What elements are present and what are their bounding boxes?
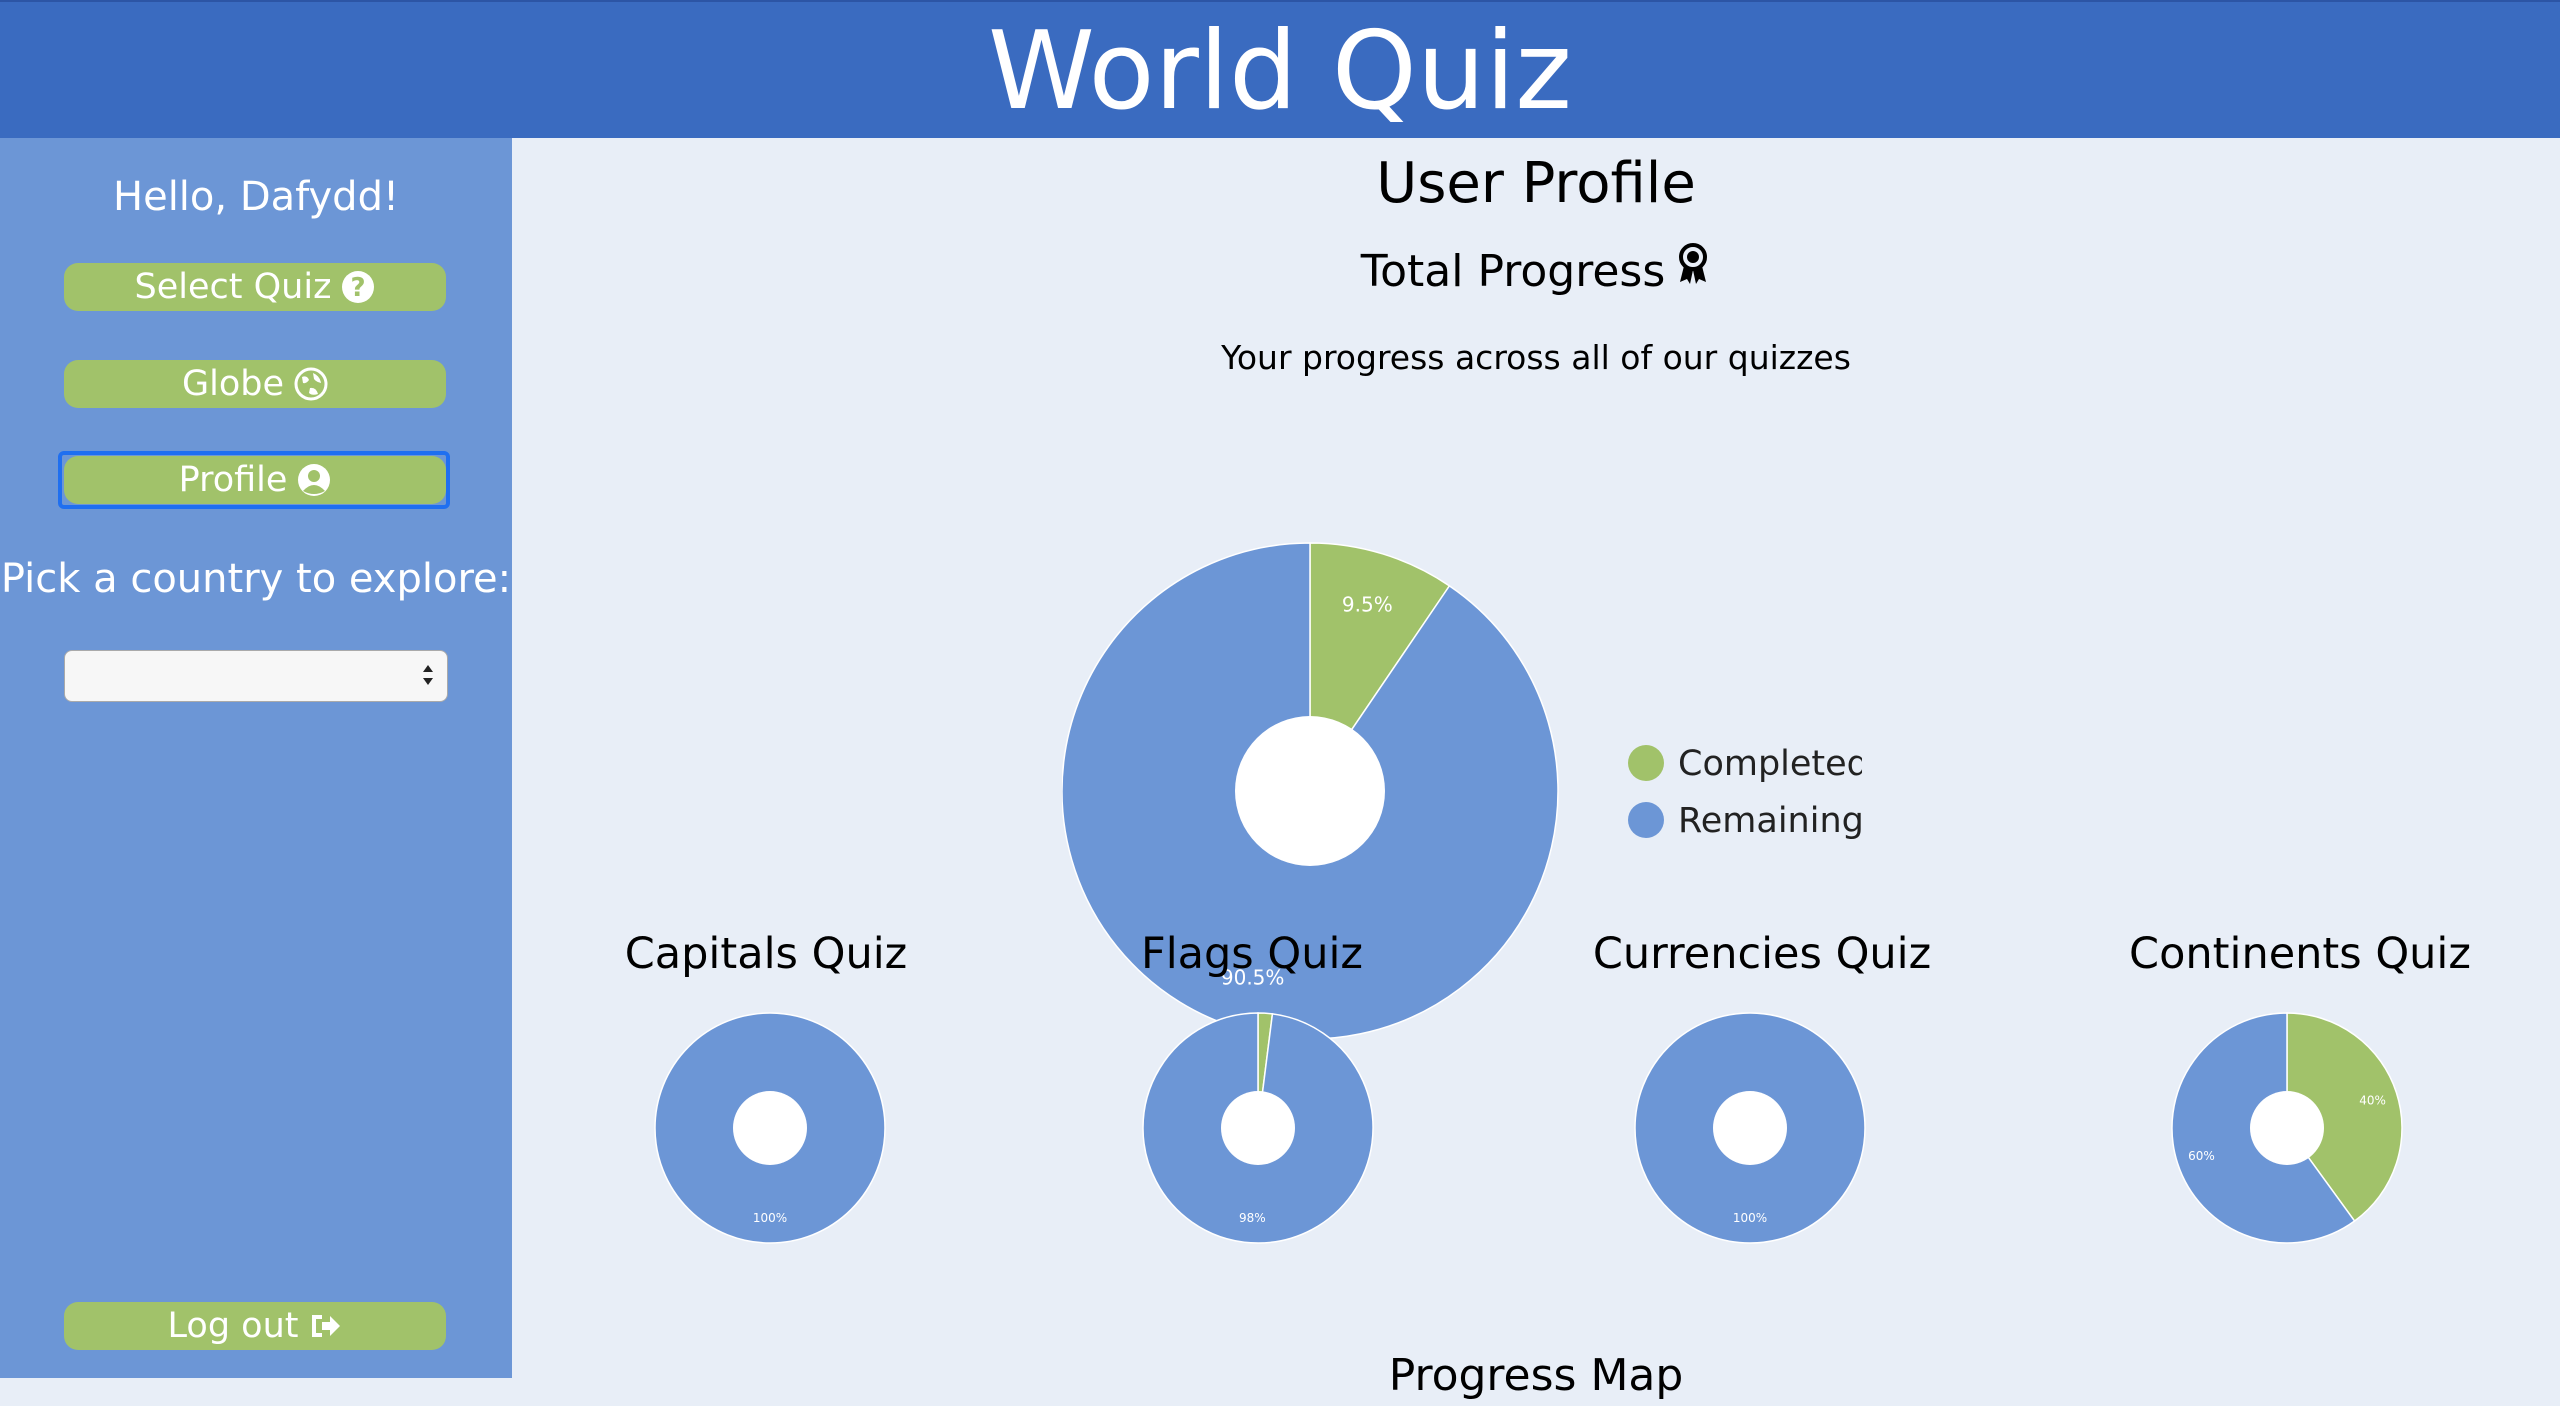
legend-marker-remaining [1628, 802, 1664, 838]
logout-button[interactable]: Log out [64, 1302, 446, 1350]
currencies-quiz-chart: 100% [1634, 1012, 1866, 1244]
pick-country-label: Pick a country to explore: [0, 556, 512, 602]
capitals-donut-hole [733, 1091, 807, 1165]
question-circle-icon: ? [341, 270, 375, 304]
legend-label-completed: Completed [1678, 744, 1862, 784]
progress-map-title: Progress Map [1388, 1350, 1684, 1401]
legend-marker-completed [1628, 745, 1664, 781]
select-quiz-label: Select Quiz [134, 267, 332, 307]
total-donut-hole [1235, 716, 1385, 866]
flags-label-remaining: 98% [1239, 1211, 1266, 1225]
user-circle-icon [297, 463, 331, 497]
legend-label-remaining: Remaining [1678, 801, 1862, 841]
globe-icon [294, 367, 328, 401]
page-title: User Profile [1376, 151, 1696, 216]
flags-donut-hole [1221, 1091, 1295, 1165]
sign-out-icon [308, 1309, 342, 1343]
flags-quiz-title: Flags Quiz [1140, 929, 1363, 979]
capitals-quiz-title: Capitals Quiz [624, 929, 908, 979]
greeting: Hello, Dafydd! [113, 174, 399, 220]
capitals-label-remaining: 100% [753, 1211, 787, 1225]
flags-quiz-chart: 98% [1142, 1012, 1374, 1244]
continents-label-completed: 40% [2359, 1093, 2386, 1107]
app-title: World Quiz [988, 9, 1572, 134]
continents-label-remaining: 60% [2188, 1149, 2215, 1163]
currencies-label-remaining: 100% [1733, 1211, 1767, 1225]
select-quiz-button[interactable]: Select Quiz ? [64, 263, 446, 311]
select-arrows-icon [421, 659, 435, 691]
award-icon [1675, 242, 1711, 302]
progress-subtitle: Your progress across all of our quizzes [1221, 338, 1851, 377]
currencies-quiz-title: Currencies Quiz [1592, 929, 1932, 979]
svg-text:?: ? [351, 273, 366, 303]
currencies-donut-hole [1713, 1091, 1787, 1165]
continents-donut-hole [2250, 1091, 2324, 1165]
total-progress-heading: Total Progress [512, 242, 2560, 302]
continents-quiz-title: Continents Quiz [2129, 929, 2471, 979]
profile-label: Profile [178, 460, 288, 500]
total-progress-label: Total Progress [1360, 246, 1666, 297]
capitals-quiz-chart: 100% [654, 1012, 886, 1244]
total-label-completed: 9.5% [1342, 593, 1393, 617]
globe-label: Globe [181, 364, 284, 404]
globe-button[interactable]: Globe [64, 360, 446, 408]
continents-quiz-chart: 40% 60% [2171, 1012, 2403, 1244]
country-select[interactable] [64, 650, 448, 702]
profile-button[interactable]: Profile [64, 456, 446, 504]
app-header: World Quiz [0, 0, 2560, 138]
logout-label: Log out [167, 1306, 299, 1346]
sidebar: Hello, Dafydd! Select Quiz ? Globe Profi… [0, 138, 512, 1378]
main-content: User Profile Total Progress Your progres… [512, 138, 2560, 1401]
